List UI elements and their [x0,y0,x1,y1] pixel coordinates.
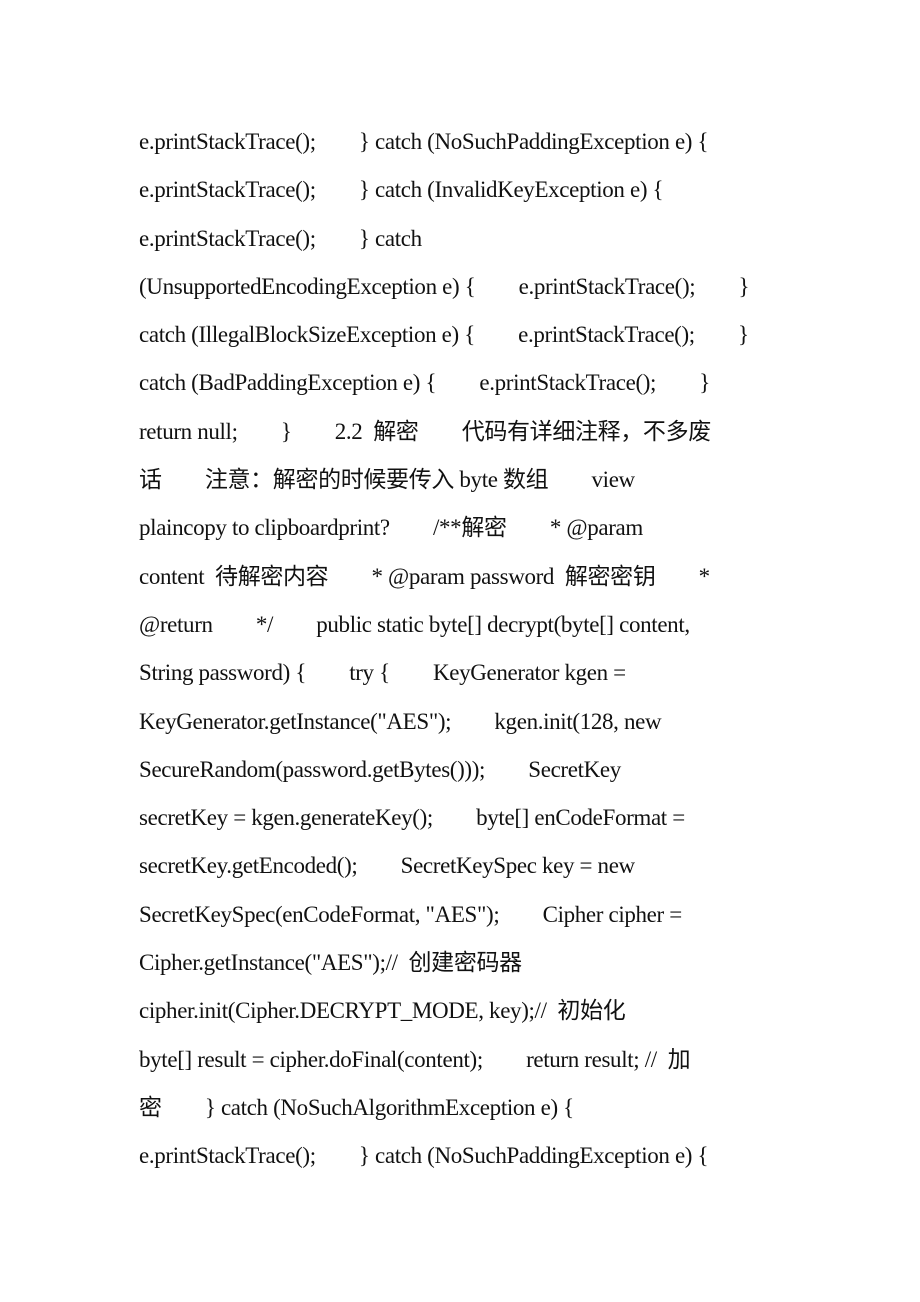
text-line: content 待解密内容 * @param password 解密密钥 * [139,563,710,589]
text-line: secretKey.getEncoded(); SecretKeySpec ke… [139,853,635,879]
text-line: String password) { try { KeyGenerator kg… [139,660,626,686]
text-line: e.printStackTrace(); } catch (NoSuchPadd… [139,129,709,154]
text-line: plaincopy to clipboardprint? /**解密 * @pa… [139,515,643,541]
text-line: @return */ public static byte[] decrypt(… [139,611,690,637]
text-line: byte[] result = cipher.doFinal(content);… [139,1046,691,1072]
text-line: KeyGenerator.getInstance("AES"); kgen.in… [139,708,662,734]
text-line: return null; } 2.2 解密 代码有详细注释，不多废 [139,418,711,444]
text-line: cipher.init(Cipher.DECRYPT_MODE, key);//… [139,998,626,1024]
text-line: (UnsupportedEncodingException e) { e.pri… [139,273,750,299]
text-line: secretKey = kgen.generateKey(); byte[] e… [139,805,685,831]
text-line: Cipher.getInstance("AES");// 创建密码器 [139,950,522,976]
document-page: e.printStackTrace(); } catch (NoSuchPadd… [0,0,920,1302]
text-line: catch (IllegalBlockSizeException e) { e.… [139,322,749,348]
text-line: e.printStackTrace(); } catch [139,225,422,251]
text-line: SecureRandom(password.getBytes())); Secr… [139,756,621,782]
text-line: e.printStackTrace(); } catch (NoSuchPadd… [139,1143,709,1169]
text-line: catch (BadPaddingException e) { e.printS… [139,370,710,396]
text-line: 话 注意：解密的时候要传入 byte 数组 view [139,467,635,493]
text-line: e.printStackTrace(); } catch (InvalidKey… [139,177,664,203]
document-body: e.printStackTrace(); } catch (NoSuchPadd… [139,118,839,1181]
text-line: 密 } catch (NoSuchAlgorithmException e) { [139,1094,574,1120]
text-line: SecretKeySpec(enCodeFormat, "AES"); Ciph… [139,901,682,927]
